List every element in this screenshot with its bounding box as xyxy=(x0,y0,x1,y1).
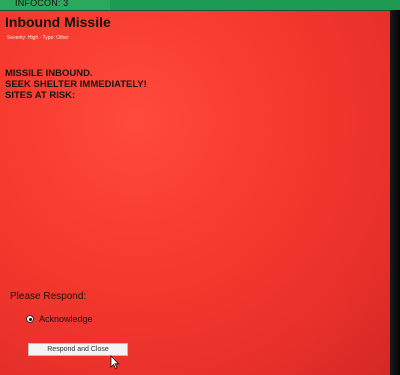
alert-title: Inbound Missile xyxy=(5,14,111,30)
acknowledge-label[interactable]: Acknowledge xyxy=(39,314,93,324)
alert-panel: Inbound Missile Severity: High · Type: O… xyxy=(0,11,390,375)
monitor-bezel xyxy=(390,10,400,375)
infocon-level: INFOCON: 3 xyxy=(15,0,69,8)
acknowledge-option[interactable]: Acknowledge xyxy=(26,314,93,324)
mouse-cursor-icon xyxy=(110,355,120,369)
alert-message: MISSILE INBOUND. SEEK SHELTER IMMEDIATEL… xyxy=(5,68,147,101)
message-line: SITES AT RISK: xyxy=(5,90,76,101)
alert-metadata: Severity: High · Type: Other xyxy=(7,35,69,41)
acknowledge-radio[interactable] xyxy=(26,315,34,323)
status-bar: INFOCON: 3 xyxy=(0,0,400,11)
screen: INFOCON: 3 Inbound Missile Severity: Hig… xyxy=(0,0,400,375)
message-line: SEEK SHELTER IMMEDIATELY! xyxy=(5,79,147,90)
respond-prompt: Please Respond: xyxy=(10,291,87,302)
message-line: MISSILE INBOUND. xyxy=(5,68,93,79)
